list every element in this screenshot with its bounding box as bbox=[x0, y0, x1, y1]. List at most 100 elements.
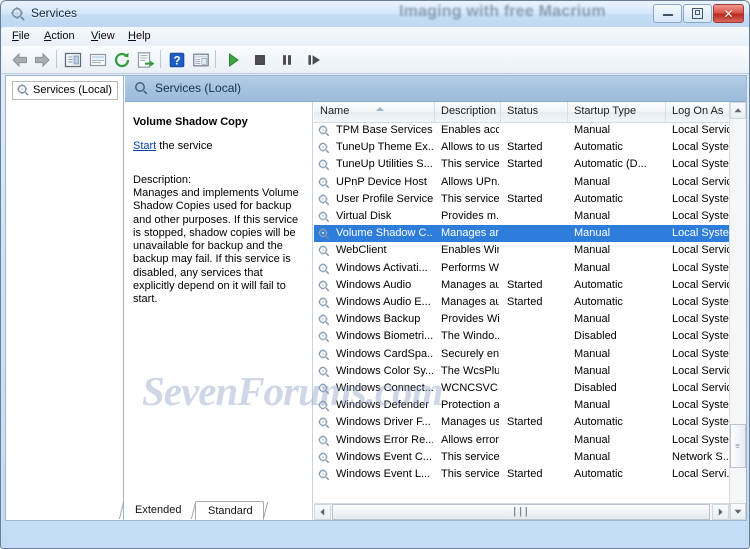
service-gear-icon bbox=[318, 228, 330, 240]
cell-name: Virtual Disk bbox=[336, 210, 392, 222]
table-row[interactable]: Windows Event C... This service ... Manual… bbox=[314, 449, 746, 466]
column-header-startup-type[interactable]: Startup Type bbox=[568, 102, 666, 122]
service-gear-icon bbox=[318, 452, 330, 463]
column-header-description[interactable]: Description bbox=[435, 102, 501, 122]
table-row[interactable]: Volume Shadow C...Manages an...ManualLoc… bbox=[314, 225, 746, 243]
service-gear-icon bbox=[318, 417, 330, 429]
cell-status: Started bbox=[507, 296, 543, 308]
view-tabs: Extended Standard bbox=[118, 501, 747, 521]
cell-description: Manages us... bbox=[441, 416, 499, 429]
cell-description: The Windo... bbox=[441, 330, 499, 343]
cell-startup-type: Manual bbox=[574, 227, 611, 240]
table-row[interactable]: Virtual Disk Provides m... Manual Local Sys… bbox=[314, 208, 746, 225]
table-row[interactable]: Windows Driver F... Manages us... Started A… bbox=[314, 414, 746, 431]
table-row[interactable]: User Profile Service This service ... Star… bbox=[314, 191, 746, 208]
minimize-button[interactable] bbox=[653, 4, 682, 23]
cell-name: Windows Event L... bbox=[336, 468, 431, 480]
menu-file-rest: ile bbox=[18, 30, 30, 42]
question-mark-icon[interactable]: ? bbox=[167, 50, 187, 70]
close-button[interactable]: ✕ bbox=[713, 4, 744, 23]
table-row[interactable]: TuneUp Theme Ex... Allows to us... Started… bbox=[314, 139, 746, 156]
table-row[interactable]: Windows Activati...Performs W...ManualLo… bbox=[314, 260, 746, 277]
menu-item-view[interactable]: View bbox=[89, 30, 117, 42]
menu-item-help[interactable]: Help bbox=[126, 30, 153, 42]
start-service-link[interactable]: Start bbox=[133, 140, 156, 152]
vertical-scrollbar-thumb[interactable]: ≡ bbox=[730, 424, 746, 468]
cell-description: Enables acc... bbox=[441, 124, 499, 136]
service-gear-icon bbox=[318, 280, 330, 291]
column-header-label: Name bbox=[320, 105, 350, 117]
maximize-button[interactable] bbox=[683, 4, 712, 23]
cell-startup-type: Automatic bbox=[574, 416, 623, 429]
cell-description: Performs W... bbox=[441, 261, 499, 274]
cell-name: Windows Activati... bbox=[336, 261, 428, 274]
scrollbar-grip: ≡ bbox=[735, 441, 741, 451]
table-row[interactable]: WebClientEnables Win...ManualLocal Servi… bbox=[314, 242, 746, 259]
menu-view-rest: iew bbox=[98, 30, 115, 42]
cell-name: Windows Audio bbox=[336, 278, 412, 291]
cell-startup-type: Manual bbox=[574, 450, 611, 463]
column-header-label: Description bbox=[441, 105, 497, 117]
service-gear-icon bbox=[318, 245, 330, 257]
scroll-up-button[interactable] bbox=[730, 102, 746, 119]
tree-panel-icon[interactable] bbox=[63, 50, 83, 70]
cell-startup-type: Manual bbox=[574, 399, 611, 412]
tree-item-services-local[interactable]: Services (Local) bbox=[12, 81, 118, 100]
tab-extended[interactable]: Extended bbox=[123, 501, 191, 520]
new-window-icon[interactable] bbox=[191, 50, 211, 70]
service-gear-icon bbox=[318, 434, 330, 446]
services-gear-icon bbox=[17, 84, 29, 96]
tab-standard[interactable]: Standard bbox=[195, 501, 264, 520]
cell-description: Manages au... bbox=[441, 296, 499, 308]
toolbar-separator-2 bbox=[160, 50, 161, 68]
cell-startup-type: Automatic bbox=[574, 192, 623, 205]
vertical-scrollbar[interactable]: ≡ bbox=[729, 102, 746, 520]
cell-startup-type: Manual bbox=[574, 124, 611, 136]
pause-icon[interactable] bbox=[277, 50, 297, 70]
table-row[interactable]: TuneUp Utilities S... This service ... Sta… bbox=[314, 156, 746, 173]
properties-icon[interactable] bbox=[88, 50, 108, 70]
menu-item-file[interactable]: File bbox=[10, 30, 32, 42]
cell-startup-type: Automatic bbox=[574, 296, 623, 308]
description-label: Description: bbox=[133, 174, 192, 186]
export-icon[interactable] bbox=[136, 50, 156, 70]
column-header-label: Status bbox=[507, 105, 539, 117]
cell-startup-type: Disabled bbox=[574, 330, 617, 343]
stop-icon[interactable] bbox=[250, 50, 270, 70]
menu-bar: File Action View Help bbox=[2, 27, 749, 47]
table-row[interactable]: Windows CardSpa...Securely en...ManualLo… bbox=[314, 346, 746, 363]
column-header-status[interactable]: Status bbox=[501, 102, 568, 122]
cell-name: Windows Driver F... bbox=[336, 416, 431, 429]
cell-status: Started bbox=[507, 278, 543, 291]
arrow-right-icon[interactable] bbox=[32, 50, 52, 70]
service-gear-icon bbox=[318, 469, 330, 481]
cell-description: Securely en... bbox=[441, 347, 499, 360]
cell-description: Manages au... bbox=[441, 278, 499, 291]
cell-status: Started bbox=[507, 416, 543, 429]
table-row[interactable]: Windows Event L... This service ... Starte… bbox=[314, 466, 746, 483]
menu-item-action[interactable]: Action bbox=[42, 30, 77, 42]
table-row[interactable]: Windows Audio Manages au... Started Automat… bbox=[314, 277, 746, 294]
services-list-rows: TPM Base ServicesEnables acc...ManualLoc… bbox=[314, 122, 746, 500]
console-tree-pane: Services (Local) bbox=[6, 76, 124, 520]
table-row[interactable]: Windows Audio E... Manages au... Started Au… bbox=[314, 294, 746, 311]
cell-name: TPM Base Services bbox=[336, 124, 433, 136]
cell-startup-type: Manual bbox=[574, 175, 611, 188]
table-row[interactable]: Windows Error Re... Allows error... Manual… bbox=[314, 432, 746, 449]
refresh-icon[interactable] bbox=[112, 50, 132, 70]
arrow-left-icon[interactable] bbox=[10, 50, 30, 70]
service-gear-icon bbox=[318, 348, 330, 360]
table-row[interactable]: Windows BackupProvides Wi...ManualLocal … bbox=[314, 311, 746, 328]
cell-name: Windows Audio E... bbox=[336, 296, 431, 308]
toolbar-separator-1 bbox=[56, 50, 57, 68]
close-icon: ✕ bbox=[723, 6, 734, 21]
play-icon[interactable] bbox=[223, 50, 243, 70]
table-row[interactable]: Windows Biometri... The Windo... Disabled L… bbox=[314, 328, 746, 345]
table-row[interactable]: TPM Base ServicesEnables acc...ManualLoc… bbox=[314, 122, 746, 139]
restart-icon[interactable] bbox=[304, 50, 324, 70]
table-row[interactable]: UPnP Device HostAllows UPn...ManualLocal… bbox=[314, 174, 746, 191]
column-header-name[interactable]: Name bbox=[314, 102, 435, 122]
cell-startup-type: Manual bbox=[574, 347, 611, 360]
results-pane: Services (Local) Volume Shadow Copy Star… bbox=[125, 76, 746, 520]
selected-service-name: Volume Shadow Copy bbox=[133, 116, 248, 128]
